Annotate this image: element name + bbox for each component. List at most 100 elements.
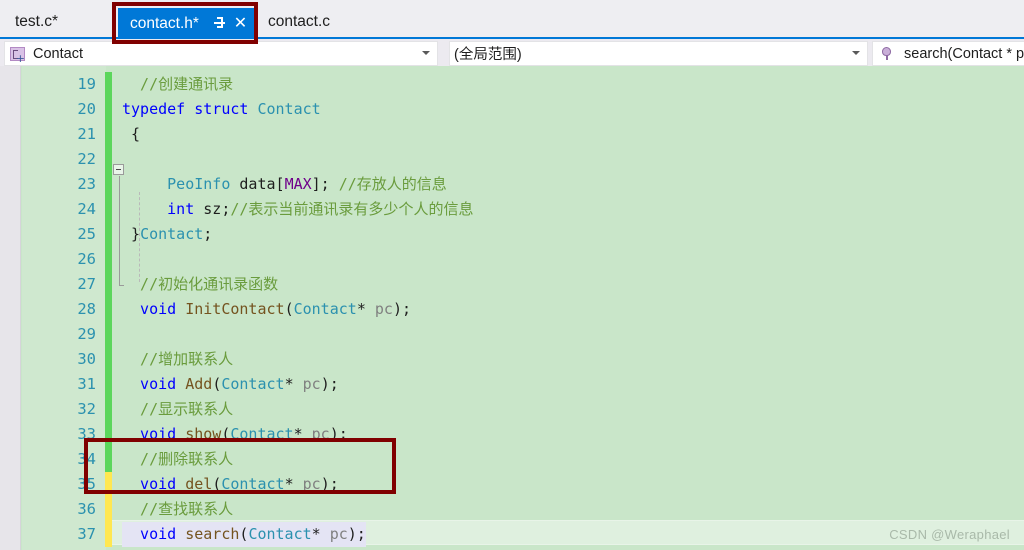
code-line-text[interactable]: void show(Contact* pc); (122, 422, 348, 447)
code-token: //查找联系人 (122, 500, 234, 518)
code-line-text[interactable]: void del(Contact* pc); (122, 472, 339, 497)
code-token: pc (311, 425, 330, 443)
code-token: //显示联系人 (122, 400, 234, 418)
code-line-text[interactable]: typedef struct Contact (122, 97, 321, 122)
code-token: void (122, 525, 186, 543)
close-icon[interactable]: ✕ (232, 15, 249, 32)
code-token: ); (320, 375, 339, 393)
line-number: 32 (77, 400, 96, 418)
code-token: Contact (230, 425, 294, 443)
chevron-down-icon[interactable] (852, 51, 860, 55)
code-line[interactable]: 30 //增加联系人 (0, 347, 1024, 372)
code-token: ( (284, 300, 294, 318)
code-token: ); (392, 300, 411, 318)
scope-dropdown[interactable]: Contact (4, 41, 438, 66)
code-line-text[interactable]: //初始化通讯录函数 (122, 272, 278, 297)
code-line[interactable]: 37 void search(Contact* pc); (0, 522, 1024, 547)
code-line[interactable]: 25 }Contact; (0, 222, 1024, 247)
code-line[interactable]: 34 //删除联系人 (0, 447, 1024, 472)
code-line[interactable]: 28 void InitContact(Contact* pc); (0, 297, 1024, 322)
line-number: 31 (77, 375, 96, 393)
line-number: 28 (77, 300, 96, 318)
code-token: ]; (311, 175, 339, 193)
tab-contact-c[interactable]: contact.c (258, 7, 341, 37)
pin-icon[interactable] (211, 15, 228, 32)
code-line-text[interactable]: PeoInfo data[MAX]; //存放人的信息 (122, 172, 447, 197)
code-editor[interactable]: 19 //创建通讯录 20 typedef struct Contact 21 {22… (0, 66, 1024, 550)
code-token: * (284, 475, 303, 493)
code-line-text[interactable]: void Add(Contact* pc); (122, 372, 339, 397)
function-dropdown-value: search(Contact * p (904, 45, 1024, 62)
code-line[interactable]: 27 //初始化通讯录函数 (0, 272, 1024, 297)
code-token: void (122, 425, 186, 443)
code-token: void (122, 300, 186, 318)
line-number: 19 (77, 75, 96, 93)
code-line[interactable]: 33 void show(Contact* pc); (0, 422, 1024, 447)
code-token: Contact (221, 375, 285, 393)
code-token: * (293, 425, 312, 443)
code-token: PeoInfo (122, 175, 231, 193)
code-token: ( (212, 375, 222, 393)
code-lines-container[interactable]: 19 //创建通讯录 20 typedef struct Contact 21 {22… (0, 66, 1024, 550)
code-token: ( (212, 475, 222, 493)
code-line[interactable]: 32 //显示联系人 (0, 397, 1024, 422)
chevron-down-icon[interactable] (422, 51, 430, 55)
method-icon (879, 46, 895, 61)
line-number: 22 (77, 150, 96, 168)
line-number: 30 (77, 350, 96, 368)
code-line-text[interactable]: //删除联系人 (122, 447, 233, 472)
code-line[interactable]: 20 typedef struct Contact (0, 97, 1024, 122)
code-line[interactable]: 29 (0, 322, 1024, 347)
code-token: Contact (248, 525, 312, 543)
line-number: 24 (77, 200, 96, 218)
tab-label: contact.h* (130, 14, 199, 32)
code-line-text[interactable]: //查找联系人 (122, 497, 233, 522)
code-token: pc (374, 300, 393, 318)
code-token: Contact (293, 300, 357, 318)
code-token: Contact (140, 225, 204, 243)
code-token: * (356, 300, 375, 318)
code-line[interactable]: 31 void Add(Contact* pc); (0, 372, 1024, 397)
line-number: 37 (77, 525, 96, 543)
scope-dropdown-value: Contact (33, 45, 83, 62)
code-line-text[interactable]: //显示联系人 (122, 397, 233, 422)
code-line[interactable]: 35 void del(Contact* pc); (0, 472, 1024, 497)
code-token: ; (203, 225, 213, 243)
line-number: 26 (77, 250, 96, 268)
code-token: int (122, 200, 195, 218)
collapse-outline-icon[interactable] (113, 164, 124, 175)
code-line[interactable]: 19 //创建通讯录 (0, 72, 1024, 97)
indent-guide (139, 192, 140, 282)
code-token: search (185, 525, 240, 543)
code-token: //增加联系人 (122, 350, 234, 368)
code-line[interactable]: 24 int sz;//表示当前通讯录有多少个人的信息 (0, 197, 1024, 222)
code-line-text[interactable]: { (122, 122, 140, 147)
tab-contact-h[interactable]: contact.h* ✕ (118, 8, 259, 39)
code-token: pc (302, 475, 321, 493)
code-line[interactable]: 36 //查找联系人 (0, 497, 1024, 522)
code-line-text[interactable]: //创建通讯录 (122, 72, 233, 97)
code-line[interactable]: 21 { (0, 122, 1024, 147)
code-line-text[interactable]: void search(Contact* pc); (122, 522, 366, 547)
tab-label: test.c* (15, 13, 59, 30)
code-line[interactable]: 22 (0, 147, 1024, 172)
code-token: data[ (230, 175, 285, 193)
code-token: struct (194, 100, 258, 118)
code-token: //初始化通讯录函数 (122, 275, 279, 293)
code-token: Contact (257, 100, 321, 118)
function-dropdown[interactable]: search(Contact * p (872, 41, 1024, 66)
member-dropdown[interactable]: (全局范围) (449, 41, 868, 66)
tab-test-c[interactable]: test.c* (5, 7, 69, 37)
code-token: //存放人的信息 (338, 175, 447, 193)
code-line-text[interactable]: }Contact; (122, 222, 212, 247)
code-line[interactable]: 26 (0, 247, 1024, 272)
code-token: void (122, 475, 186, 493)
code-line-text[interactable]: //增加联系人 (122, 347, 233, 372)
code-token: sz; (194, 200, 231, 218)
code-line-text[interactable]: int sz;//表示当前通讯录有多少个人的信息 (122, 197, 473, 222)
code-line-text[interactable]: void InitContact(Contact* pc); (122, 297, 411, 322)
code-token: ); (347, 525, 366, 543)
code-token: //创建通讯录 (122, 75, 234, 93)
code-line[interactable]: 23 PeoInfo data[MAX]; //存放人的信息 (0, 172, 1024, 197)
line-number: 34 (77, 450, 96, 468)
